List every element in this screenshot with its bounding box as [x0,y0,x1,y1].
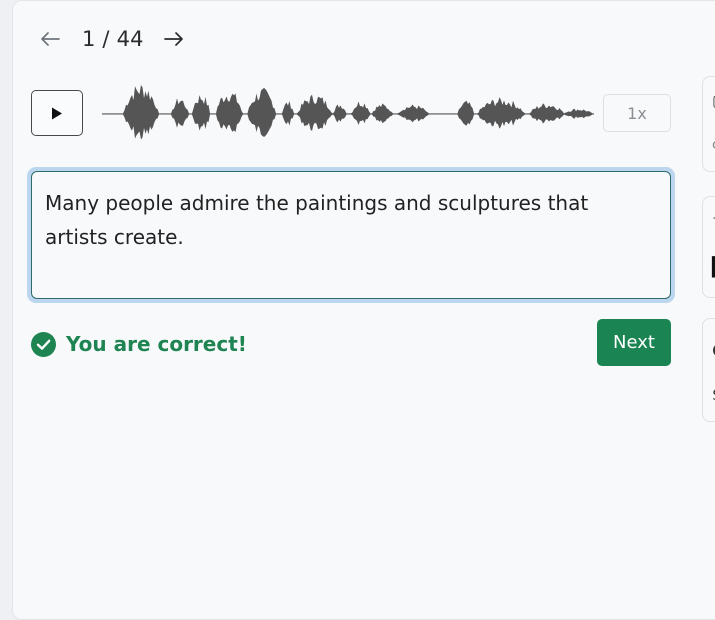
question-counter: 1 / 44 [82,27,144,51]
check-circle-icon [31,331,56,357]
answer-textarea[interactable] [31,171,671,299]
question-navigation: 1 / 44 [38,24,186,54]
feedback-message: You are correct! [31,331,247,357]
arrow-right-icon [163,32,183,46]
play-button[interactable] [31,90,83,136]
play-icon [52,107,62,119]
side-card-2[interactable]: · ▌ [702,196,715,298]
side-card-1[interactable]: ▢ c [702,76,715,172]
side-card-3[interactable]: ● $ [702,318,715,422]
arrow-left-icon [41,32,60,46]
playback-speed-button[interactable]: 1x [603,94,671,132]
prev-question-button[interactable] [38,24,62,54]
audio-waveform[interactable] [102,80,594,148]
feedback-text: You are correct! [66,332,247,356]
next-button[interactable]: Next [597,319,671,366]
next-question-arrow[interactable] [162,24,186,54]
